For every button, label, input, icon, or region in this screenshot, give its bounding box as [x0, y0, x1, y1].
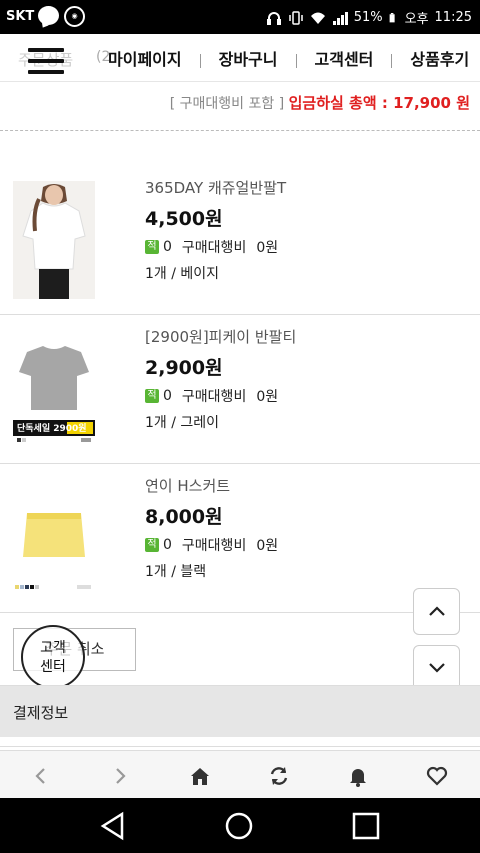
- back-triangle-icon[interactable]: [98, 810, 130, 842]
- chat-bubble-icon: [38, 6, 59, 25]
- payment-info-body: [0, 737, 480, 747]
- product-option: 1개 / 블랙: [145, 564, 207, 580]
- product-fee-row: 적 0 구매대행비 0원: [145, 532, 278, 558]
- product-option: 1개 / 베이지: [145, 266, 220, 282]
- menu-icon[interactable]: [28, 48, 64, 76]
- product-image-skirt-yellow: [13, 479, 95, 597]
- heart-icon[interactable]: [425, 765, 449, 787]
- signal-icon: [332, 11, 348, 25]
- thumbnail-caption: 단독세일 2900원: [17, 424, 87, 434]
- points-value: 0: [163, 537, 172, 553]
- android-navigation-bar: [0, 798, 480, 853]
- headphones-icon: [266, 11, 281, 25]
- fee-value: 0원: [256, 240, 279, 256]
- product-name[interactable]: [2900원]피케이 반팔티: [145, 326, 296, 350]
- customer-center-line1: 고객: [40, 640, 66, 656]
- points-value: 0: [163, 388, 172, 404]
- top-nav: 주문상품 (2 마이페이지 장바구니 고객센터 상품후기: [0, 34, 480, 82]
- points-badge-icon: 적: [145, 240, 159, 254]
- notification-ring-icon: ◉: [64, 6, 85, 27]
- nav-mypage[interactable]: 마이페이지: [108, 46, 182, 70]
- scroll-up-button[interactable]: [413, 588, 460, 635]
- fee-label: 구매대행비: [181, 389, 247, 405]
- chevron-up-icon: [429, 606, 445, 616]
- product-name[interactable]: 365DAY 캐쥬얼반팔T: [145, 177, 286, 201]
- total-note: [ 구매대행비 포함 ]: [169, 96, 285, 112]
- total-summary: [ 구매대행비 포함 ] 입금하실 총액 : 17,900 원: [0, 92, 470, 113]
- product-info: 연이 H스커트 8,000원 적 0 구매대행비 0원 1개 / 블랙: [145, 475, 278, 584]
- nav-divider: [391, 54, 393, 68]
- refresh-icon[interactable]: [267, 765, 291, 787]
- payment-info-section[interactable]: 결제정보: [0, 685, 480, 737]
- product-fee-row: 적 0 구매대행비 0원: [145, 383, 296, 409]
- fee-value: 0원: [256, 389, 279, 405]
- product-item: 연이 H스커트 8,000원 적 0 구매대행비 0원 1개 / 블랙: [0, 465, 480, 613]
- product-option: 1개 / 그레이: [145, 415, 220, 431]
- clock: 11:25: [434, 10, 472, 25]
- carrier-label: SKT: [6, 9, 35, 24]
- nav-links: 마이페이지 장바구니 고객센터 상품후기: [108, 46, 469, 70]
- bell-icon[interactable]: [346, 765, 370, 787]
- battery-icon: [389, 12, 395, 22]
- points-badge-icon: 적: [145, 538, 159, 552]
- ampm-label: 오후: [404, 12, 429, 27]
- home-icon[interactable]: [188, 765, 212, 787]
- product-name[interactable]: 연이 H스커트: [145, 475, 278, 499]
- fee-label: 구매대행비: [181, 538, 247, 554]
- payment-info-title: 결제정보: [13, 704, 69, 722]
- dashed-divider: [0, 130, 480, 131]
- nav-customer-center[interactable]: 고객센터: [315, 46, 374, 70]
- product-item: 단독세일 2900원 [2900원]피케이 반팔티 2,900원 적 0 구매대…: [0, 316, 480, 464]
- recents-square-icon[interactable]: [350, 810, 382, 842]
- total-amount: 입금하실 총액 : 17,900 원: [288, 94, 470, 112]
- nav-divider: [199, 54, 201, 68]
- product-thumbnail[interactable]: 단독세일 2900원: [13, 330, 95, 448]
- vibrate-icon: [288, 10, 303, 25]
- product-price: 2,900원: [145, 357, 223, 379]
- customer-center-line2: 센터: [40, 659, 66, 675]
- nav-reviews[interactable]: 상품후기: [410, 46, 469, 70]
- fee-value: 0원: [256, 538, 279, 554]
- fee-label: 구매대행비: [181, 240, 247, 256]
- product-thumbnail[interactable]: [13, 479, 95, 597]
- browser-toolbar: [0, 750, 480, 798]
- nav-cart[interactable]: 장바구니: [219, 46, 278, 70]
- product-thumbnail[interactable]: [13, 181, 95, 299]
- product-price: 8,000원: [145, 506, 223, 528]
- product-item: 365DAY 캐쥬얼반팔T 4,500원 적 0 구매대행비 0원 1개 / 베…: [0, 167, 480, 315]
- customer-center-float-button[interactable]: 고객 센터: [21, 625, 85, 689]
- product-info: 365DAY 캐쥬얼반팔T 4,500원 적 0 구매대행비 0원 1개 / 베…: [145, 177, 286, 286]
- forward-icon[interactable]: [108, 765, 132, 787]
- battery-percent: 51%: [353, 10, 383, 25]
- wifi-icon: [310, 12, 325, 24]
- product-image-tshirt-white: [13, 181, 95, 299]
- product-fee-row: 적 0 구매대행비 0원: [145, 234, 286, 260]
- nav-divider: [295, 54, 297, 68]
- chevron-down-icon: [429, 663, 445, 673]
- points-value: 0: [163, 239, 172, 255]
- status-bar: SKT ◉ 51% 오후 11:25: [0, 0, 480, 34]
- back-icon[interactable]: [29, 765, 53, 787]
- home-circle-icon[interactable]: [223, 810, 255, 842]
- product-price: 4,500원: [145, 208, 223, 230]
- status-right: 51% 오후 11:25: [266, 8, 472, 27]
- points-badge-icon: 적: [145, 389, 159, 403]
- product-info: [2900원]피케이 반팔티 2,900원 적 0 구매대행비 0원 1개 / …: [145, 326, 296, 435]
